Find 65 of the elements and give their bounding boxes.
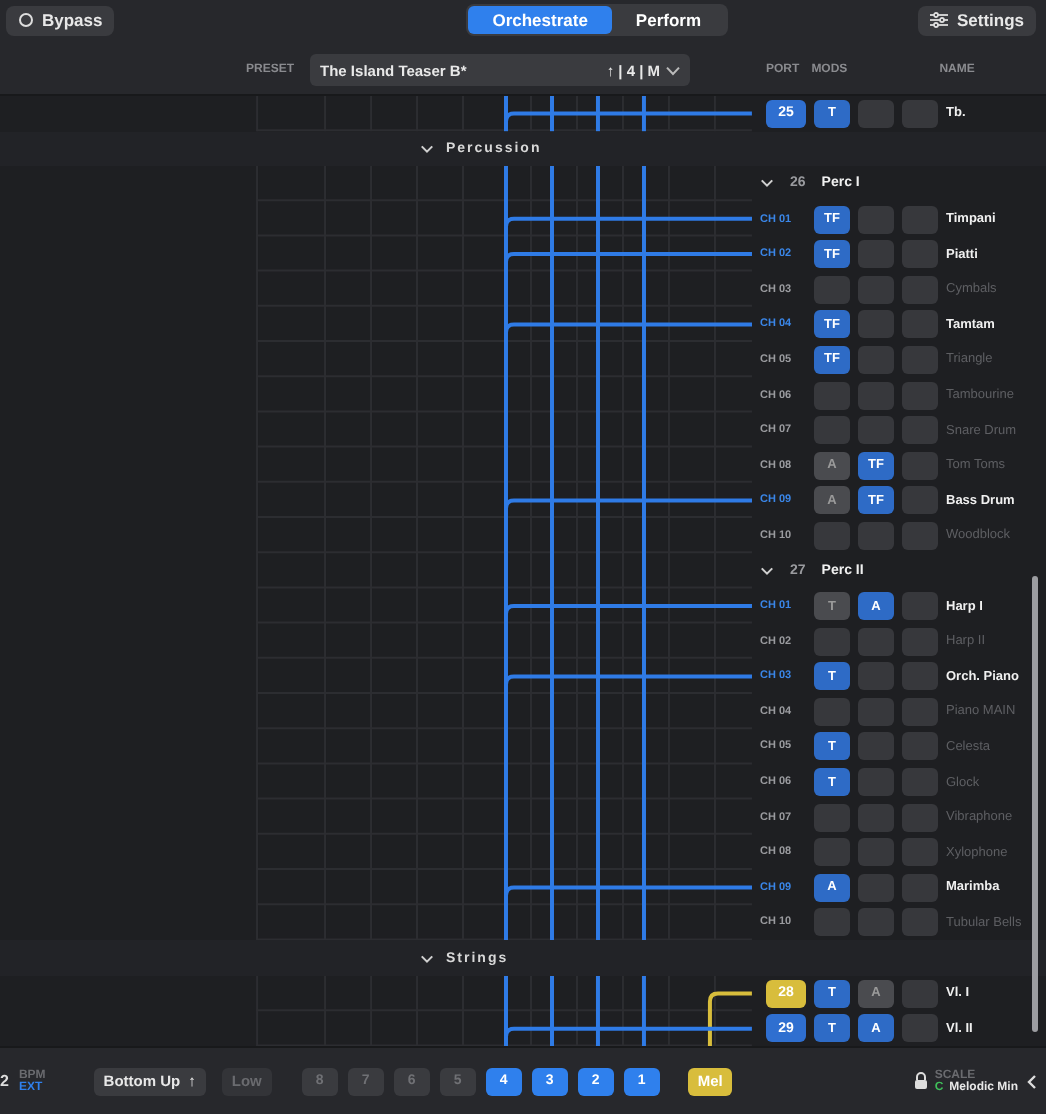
mod-toggle[interactable]	[902, 451, 938, 480]
mod-toggle[interactable]	[814, 381, 850, 410]
mod-toggle[interactable]	[902, 979, 938, 1008]
mod-toggle[interactable]	[902, 908, 938, 937]
mod-toggle[interactable]	[902, 521, 938, 550]
mod-toggle[interactable]	[814, 803, 850, 832]
mod-toggle[interactable]	[858, 873, 894, 902]
mod-toggle[interactable]	[814, 275, 850, 304]
mod-toggle[interactable]	[858, 803, 894, 832]
settings-icon	[930, 12, 949, 28]
group-toggle[interactable]	[760, 176, 774, 191]
tempo-value: 2	[0, 1072, 9, 1091]
mode-tab[interactable]: Perform	[611, 6, 726, 34]
mod-toggle[interactable]	[902, 627, 938, 656]
section-toggle[interactable]	[420, 141, 434, 156]
mod-toggle[interactable]	[814, 521, 850, 550]
mod-toggle[interactable]	[858, 416, 894, 445]
mod-toggle[interactable]	[902, 1014, 938, 1043]
mod-toggle[interactable]	[858, 345, 894, 374]
mod-toggle[interactable]	[902, 486, 938, 515]
mod-toggle[interactable]	[858, 838, 894, 867]
mod-toggle[interactable]	[902, 310, 938, 339]
mod-toggle[interactable]	[858, 908, 894, 937]
group-toggle[interactable]	[760, 564, 774, 579]
mod-toggle[interactable]	[858, 627, 894, 656]
mod-toggle[interactable]	[814, 416, 850, 445]
settings-button[interactable]: Settings	[918, 5, 1036, 35]
section-toggle[interactable]	[420, 951, 434, 966]
mod-toggle[interactable]	[902, 732, 938, 761]
power-ring-icon	[18, 12, 34, 28]
mod-toggle[interactable]	[814, 838, 850, 867]
lock-icon[interactable]	[914, 1072, 929, 1091]
mod-toggle[interactable]	[902, 205, 938, 234]
mod-toggle[interactable]	[902, 345, 938, 374]
mod-toggle[interactable]	[814, 697, 850, 726]
mod-toggle[interactable]	[814, 908, 850, 937]
mod-toggle[interactable]	[858, 697, 894, 726]
mod-toggle[interactable]	[902, 768, 938, 797]
mod-toggle[interactable]	[814, 627, 850, 656]
mod-toggle[interactable]	[858, 240, 894, 269]
mod-toggle[interactable]	[858, 768, 894, 797]
mod-toggle[interactable]	[858, 205, 894, 234]
mod-toggle[interactable]	[902, 838, 938, 867]
mod-toggle[interactable]	[858, 381, 894, 410]
chevron-left-icon[interactable]	[1026, 1073, 1038, 1090]
mod-toggle[interactable]	[902, 592, 938, 621]
mod-toggle[interactable]	[902, 381, 938, 410]
mod-toggle[interactable]	[902, 873, 938, 902]
mod-toggle[interactable]	[902, 275, 938, 304]
mod-toggle[interactable]	[858, 521, 894, 550]
mod-toggle[interactable]	[902, 240, 938, 269]
mod-toggle[interactable]	[902, 803, 938, 832]
mod-toggle[interactable]	[902, 697, 938, 726]
mod-toggle[interactable]	[902, 662, 938, 691]
mod-toggle[interactable]	[858, 275, 894, 304]
mod-toggle[interactable]	[858, 732, 894, 761]
bypass-button[interactable]: Bypass	[6, 5, 115, 35]
mod-toggle[interactable]	[858, 662, 894, 691]
mod-toggle[interactable]	[858, 310, 894, 339]
mod-toggle[interactable]	[902, 416, 938, 445]
chevron-down-icon	[666, 65, 681, 75]
mod-toggle[interactable]	[902, 99, 938, 128]
mode-tab[interactable]: Orchestrate	[468, 6, 612, 34]
mod-toggle[interactable]	[858, 99, 894, 128]
scrollbar-thumb[interactable]	[1032, 576, 1038, 1032]
